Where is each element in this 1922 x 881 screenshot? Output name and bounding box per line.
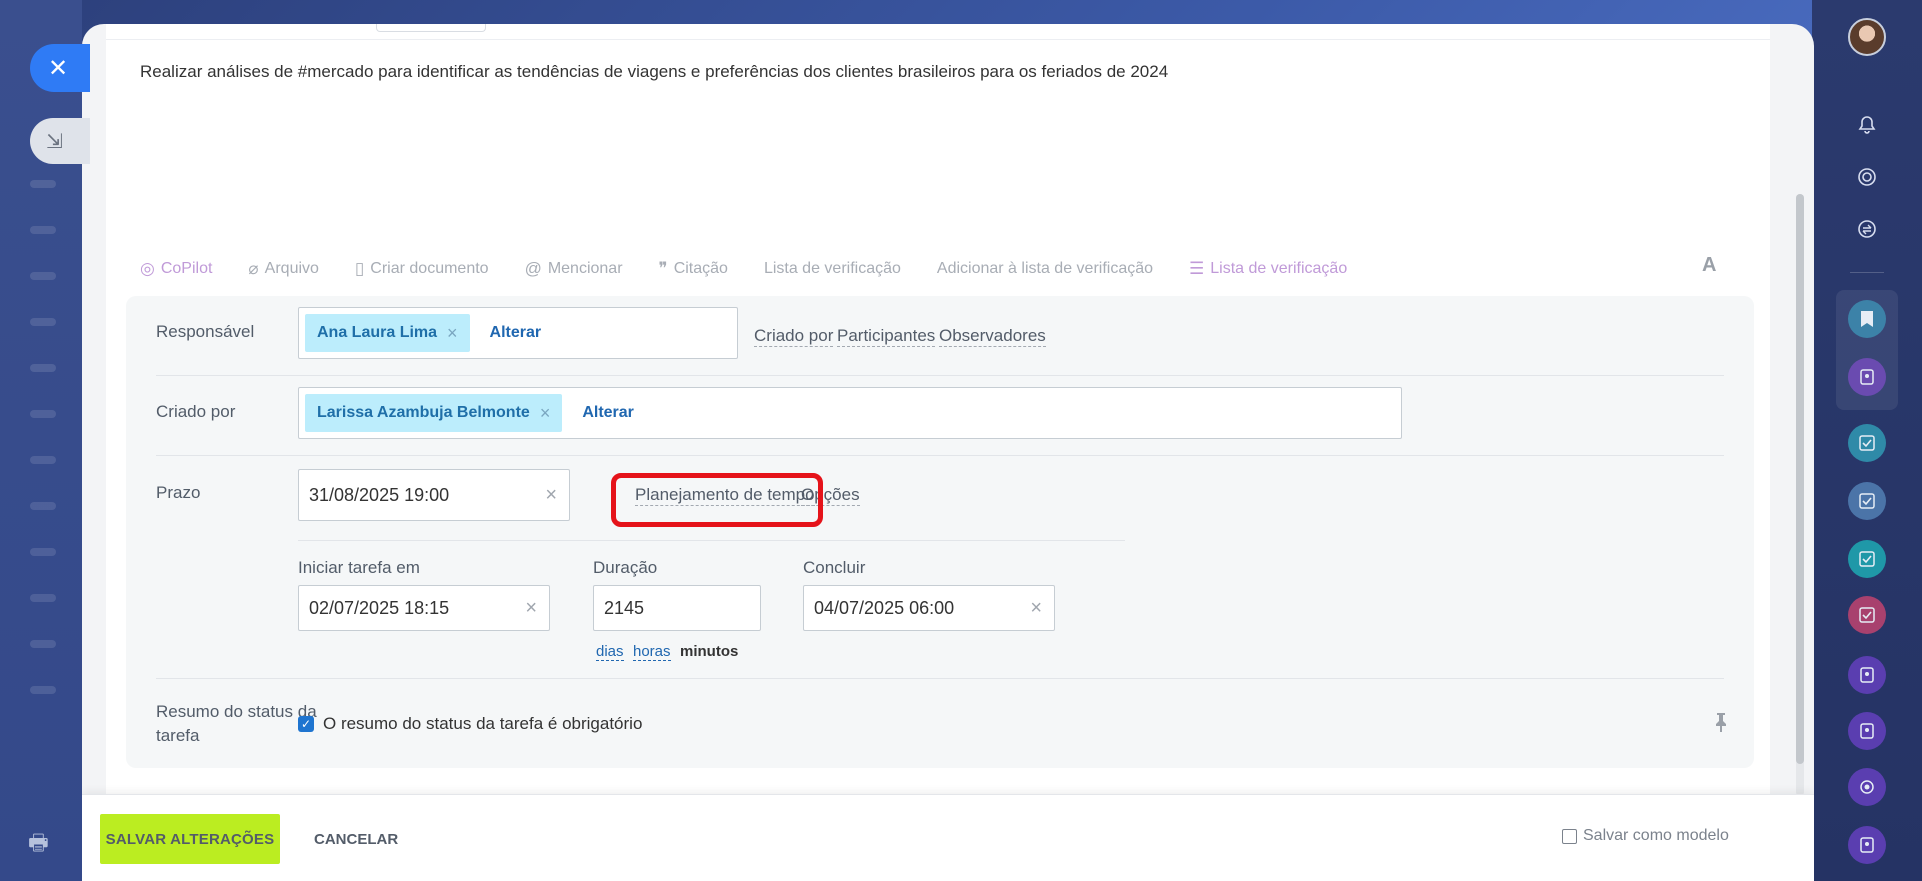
print-icon[interactable]: 🖶 [28,826,54,855]
background-ghost [30,686,56,694]
time-planning-link[interactable]: Planejamento de tempo [635,485,815,506]
paperclip-icon: ⌀ [248,259,259,278]
background-ghost [30,410,56,418]
observers-link[interactable]: Observadores [939,326,1046,347]
background-ghost [30,548,56,556]
task-edit-panel: Realizar análises de #mercado para ident… [82,24,1814,881]
background-ghost [30,180,56,188]
close-slider-button[interactable]: ✕ [30,44,90,92]
background-ghost [30,456,56,464]
editor-toolbar: ◎ CoPilot ⌀ Arquivo ▯ Criar documento @ … [140,254,1383,284]
start-task-input[interactable]: 02/07/2025 18:15 × [298,585,550,631]
copilot-icon: ◎ [140,259,155,278]
at-icon: @ [524,259,542,278]
created-by-link[interactable]: Criado por [754,326,834,347]
rail-divider [1850,272,1884,273]
task-icon[interactable] [1848,596,1886,634]
responsible-label: Responsável [156,322,255,341]
attach-file-button[interactable]: ⌀ Arquivo [248,259,319,279]
background-ghost [30,226,56,234]
start-task-label: Iniciar tarefa em [298,558,420,577]
contact-icon[interactable] [1848,826,1886,864]
top-toolbar-edge [106,24,1770,40]
row-divider [298,540,1125,541]
finish-label: Concluir [803,558,866,577]
participants-link[interactable]: Participantes [837,326,936,347]
unit-days-link[interactable]: dias [596,643,624,661]
contact-icon[interactable] [1848,656,1886,694]
created-by-label: Criado por [156,402,236,421]
task-fields-card: Responsável Ana Laura Lima × Alterar Cri… [126,296,1754,768]
quote-button[interactable]: ❞ Citação [659,259,728,279]
checklist-button[interactable]: Lista de verificação [764,260,901,278]
remove-icon[interactable]: × [447,323,458,344]
background-ghost [30,502,56,510]
deadline-label: Prazo [156,483,201,502]
background-ghost [30,272,56,280]
remove-icon[interactable]: × [540,403,551,424]
task-editor: Realizar análises de #mercado para ident… [106,24,1770,794]
options-link[interactable]: Opções [801,485,860,506]
responsible-chip[interactable]: Ana Laura Lima × [305,314,470,352]
row-divider [156,375,1724,376]
duration-input[interactable]: 2145 [593,585,761,631]
close-icon: ✕ [48,54,69,82]
create-document-button[interactable]: ▯ Criar documento [355,259,489,279]
task-icon[interactable] [1848,540,1886,578]
creator-chip[interactable]: Larissa Azambuja Belmonte × [305,394,563,432]
task-icon[interactable] [1848,424,1886,462]
deadline-input[interactable]: 31/08/2025 19:00 × [298,469,570,521]
bell-icon[interactable] [1848,106,1886,144]
quote-icon: ❞ [658,259,668,278]
unit-hours-link[interactable]: horas [633,643,671,661]
add-to-checklist-button[interactable]: Adicionar à lista de verificação [937,260,1153,278]
clear-icon[interactable]: × [545,484,557,507]
minimize-icon: ⇲ [46,130,63,153]
background-ghost [30,364,56,372]
responsible-field[interactable]: Ana Laura Lima × Alterar [298,307,738,359]
copilot-icon[interactable] [1848,158,1886,196]
checklist-active-button[interactable]: ☰ Lista de verificação [1189,259,1347,279]
task-icon[interactable] [1848,482,1886,520]
toolbar-field-edge [376,24,486,32]
sync-icon[interactable] [1848,210,1886,248]
responsible-change-link[interactable]: Alterar [490,324,542,342]
duration-label: Duração [593,558,658,577]
clear-icon[interactable]: × [525,597,537,620]
clear-icon[interactable]: × [1030,597,1042,620]
save-as-template-checkbox[interactable]: Salvar como modelo [1562,827,1729,845]
status-summary-checkbox[interactable]: ✓ [298,716,314,732]
cancel-button[interactable]: CANCELAR [314,814,398,864]
task-description[interactable]: Realizar análises de #mercado para ident… [140,62,1168,82]
copilot-button[interactable]: ◎ CoPilot [140,259,212,279]
row-divider [156,455,1724,456]
row-divider [156,678,1724,679]
checklist-icon: ☰ [1189,259,1205,278]
copilot-icon[interactable] [1848,768,1886,806]
user-avatar[interactable] [1848,18,1886,56]
document-icon: ▯ [354,259,365,278]
contact-icon[interactable] [1848,358,1886,396]
right-sidebar [1812,0,1922,881]
unit-minutes-selected[interactable]: minutos [680,643,738,660]
finish-input[interactable]: 04/07/2025 06:00 × [803,585,1055,631]
contact-icon[interactable] [1848,712,1886,750]
status-summary-checkbox-label[interactable]: O resumo do status da tarefa é obrigatór… [323,714,642,734]
checkbox-box [1562,828,1577,844]
minimize-slider-button[interactable]: ⇲ [30,118,90,164]
scrollbar-thumb[interactable] [1796,194,1804,764]
mention-button[interactable]: @ Mencionar [525,259,623,279]
bookmark-icon[interactable] [1848,300,1886,338]
footer-bar: SALVAR ALTERAÇÕES CANCELAR Salvar como m… [82,794,1814,881]
creator-change-link[interactable]: Alterar [582,404,634,422]
save-changes-button[interactable]: SALVAR ALTERAÇÕES [100,814,280,864]
background-ghost [30,640,56,648]
font-format-button[interactable]: A [1702,254,1716,277]
created-by-field[interactable]: Larissa Azambuja Belmonte × Alterar [298,387,1402,439]
background-ghost [30,318,56,326]
pin-icon[interactable] [1714,712,1728,737]
background-ghost [30,594,56,602]
